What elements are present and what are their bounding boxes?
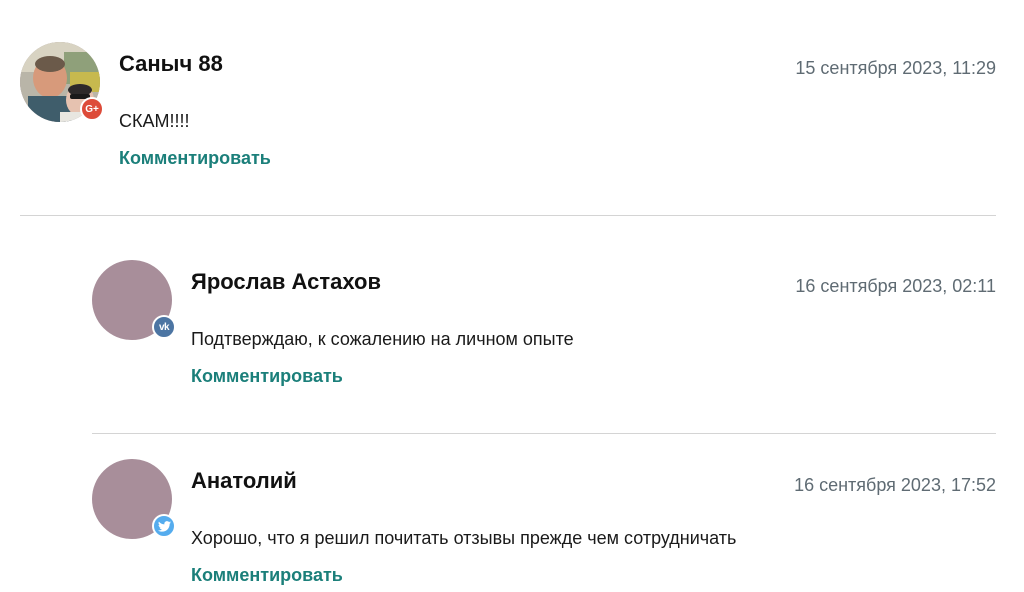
vk-icon: vk bbox=[152, 315, 176, 339]
reply-link[interactable]: Комментировать bbox=[191, 365, 343, 387]
comments-thread: G+ Саныч 88 15 сентября 2023, 11:29 СКАМ… bbox=[0, 0, 1024, 592]
comment-author[interactable]: Саныч 88 bbox=[119, 51, 223, 77]
comment-text: Подтверждаю, к сожалению на личном опыте bbox=[191, 329, 574, 349]
comment-text: СКАМ!!!! bbox=[119, 111, 190, 131]
avatar-container: G+ bbox=[20, 42, 104, 122]
comment-divider bbox=[92, 433, 996, 434]
comment-author[interactable]: Ярослав Астахов bbox=[191, 269, 381, 295]
avatar-container bbox=[92, 459, 176, 539]
comment-date: 16 сентября 2023, 17:52 bbox=[794, 475, 996, 495]
comment-divider bbox=[20, 215, 996, 216]
avatar-container: vk bbox=[92, 260, 176, 340]
comment-text: Хорошо, что я решил почитать отзывы преж… bbox=[191, 528, 737, 548]
twitter-icon bbox=[152, 514, 176, 538]
google-plus-icon: G+ bbox=[80, 97, 104, 121]
comment-author[interactable]: Анатолий bbox=[191, 468, 297, 494]
reply-link[interactable]: Комментировать bbox=[119, 147, 271, 169]
comment-date: 16 сентября 2023, 02:11 bbox=[795, 276, 996, 296]
twitter-bird-glyph bbox=[157, 520, 171, 532]
comment-date: 15 сентября 2023, 11:29 bbox=[795, 58, 996, 78]
reply-link[interactable]: Комментировать bbox=[191, 564, 343, 586]
